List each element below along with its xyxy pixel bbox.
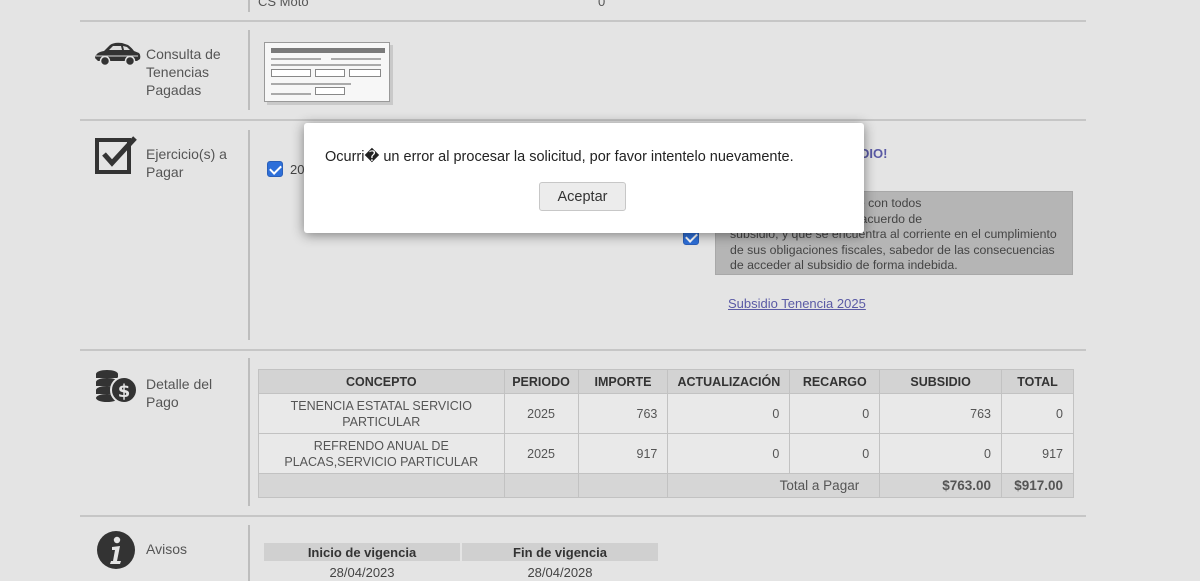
col-header: PERIODO <box>503 369 579 394</box>
error-message: Ocurri� un error al procesar la solicitu… <box>325 149 794 165</box>
table-row: TENENCIA ESTATAL SERVICIO PARTICULAR 202… <box>258 393 1074 434</box>
vigencia-table: Inicio de vigencia Fin de vigencia 28/04… <box>262 541 660 581</box>
total-a-pagar: $917.00 <box>1001 473 1074 498</box>
divider <box>80 119 1086 121</box>
payment-detail-table: CONCEPTO PERIODO IMPORTE ACTUALIZACIÓN R… <box>258 369 1074 498</box>
accept-button[interactable]: Aceptar <box>539 182 626 211</box>
receipt-thumbnail[interactable] <box>264 42 390 102</box>
section-label-line: Ejercicio(s) a <box>146 146 227 162</box>
cell-total: 917 <box>1001 433 1074 474</box>
subsidio-heading: DIO! <box>860 146 888 161</box>
table-header-row: CONCEPTO PERIODO IMPORTE ACTUALIZACIÓN R… <box>258 369 1074 394</box>
money-icon: $ <box>94 368 140 413</box>
subsidio-link[interactable]: Subsidio Tenencia 2025 <box>728 296 866 311</box>
section-label-consulta: Consulta de Tenencias Pagadas <box>146 45 221 99</box>
col-header: RECARGO <box>789 369 881 394</box>
cell-subsidio: 763 <box>879 393 1002 434</box>
section-label-line: Detalle del <box>146 376 213 392</box>
vigencia-header-row: Inicio de vigencia Fin de vigencia <box>264 543 658 561</box>
cell-concepto: TENENCIA ESTATAL SERVICIO PARTICULAR <box>258 393 505 434</box>
section-label-line: Pagadas <box>146 82 202 98</box>
section-label-line: Tenencias <box>146 64 210 80</box>
section-label-line: Avisos <box>146 541 187 557</box>
error-dialog: Ocurri� un error al procesar la solicitu… <box>304 123 864 233</box>
top-row-value: 0 <box>598 0 606 9</box>
cell-actualizacion: 0 <box>667 433 791 474</box>
cell-actualizacion: 0 <box>667 393 791 434</box>
divider <box>248 30 250 110</box>
year-checkbox[interactable] <box>267 161 283 177</box>
vigencia-header-inicio: Inicio de vigencia <box>264 543 460 561</box>
col-header: IMPORTE <box>577 369 669 394</box>
section-label-detalle: Detalle del Pago <box>146 375 212 411</box>
cell-importe: 917 <box>577 433 669 474</box>
cell-subsidio: 0 <box>879 433 1002 474</box>
empty-cell <box>577 473 669 498</box>
divider <box>80 349 1086 351</box>
cell-total: 0 <box>1001 393 1074 434</box>
checkbox-icon <box>95 136 139 181</box>
vigencia-row: 28/04/2023 28/04/2028 <box>264 563 658 581</box>
col-header: TOTAL <box>1001 369 1074 394</box>
cell-periodo: 2025 <box>503 393 579 434</box>
svg-text:$: $ <box>118 381 131 402</box>
divider <box>248 358 250 506</box>
empty-cell <box>503 473 579 498</box>
section-label-line: Pago <box>146 394 179 410</box>
cell-recargo: 0 <box>789 433 881 474</box>
vigencia-fin: 28/04/2028 <box>527 564 593 580</box>
section-label-avisos: Avisos <box>146 540 187 558</box>
car-icon <box>92 40 142 75</box>
cell-importe: 763 <box>577 393 669 434</box>
col-header: CONCEPTO <box>258 369 505 394</box>
total-subsidio: $763.00 <box>879 473 1002 498</box>
cell-concepto: REFRENDO ANUAL DE PLACAS,SERVICIO PARTIC… <box>258 433 505 474</box>
table-footer-row: Total a Pagar $763.00 $917.00 <box>258 473 1074 498</box>
info-icon <box>96 530 136 575</box>
divider <box>248 525 250 581</box>
year-checkbox-label: 20 <box>290 162 305 177</box>
cell-recargo: 0 <box>789 393 881 434</box>
vigencia-inicio: 28/04/2023 <box>329 564 395 580</box>
total-label: Total a Pagar <box>667 473 881 498</box>
table-row: REFRENDO ANUAL DE PLACAS,SERVICIO PARTIC… <box>258 433 1074 474</box>
col-header: ACTUALIZACIÓN <box>667 369 791 394</box>
vigencia-header-fin: Fin de vigencia <box>462 543 658 561</box>
section-label-line: Consulta de <box>146 46 221 62</box>
divider <box>80 515 1086 517</box>
divider <box>248 130 250 340</box>
divider <box>248 0 250 12</box>
col-header: SUBSIDIO <box>879 369 1002 394</box>
top-row-label: CS Moto <box>258 0 309 9</box>
empty-cell <box>258 473 505 498</box>
section-label-line: Pagar <box>146 164 184 180</box>
divider <box>80 20 1086 22</box>
cell-periodo: 2025 <box>503 433 579 474</box>
section-label-ejercicios: Ejercicio(s) a Pagar <box>146 145 227 181</box>
